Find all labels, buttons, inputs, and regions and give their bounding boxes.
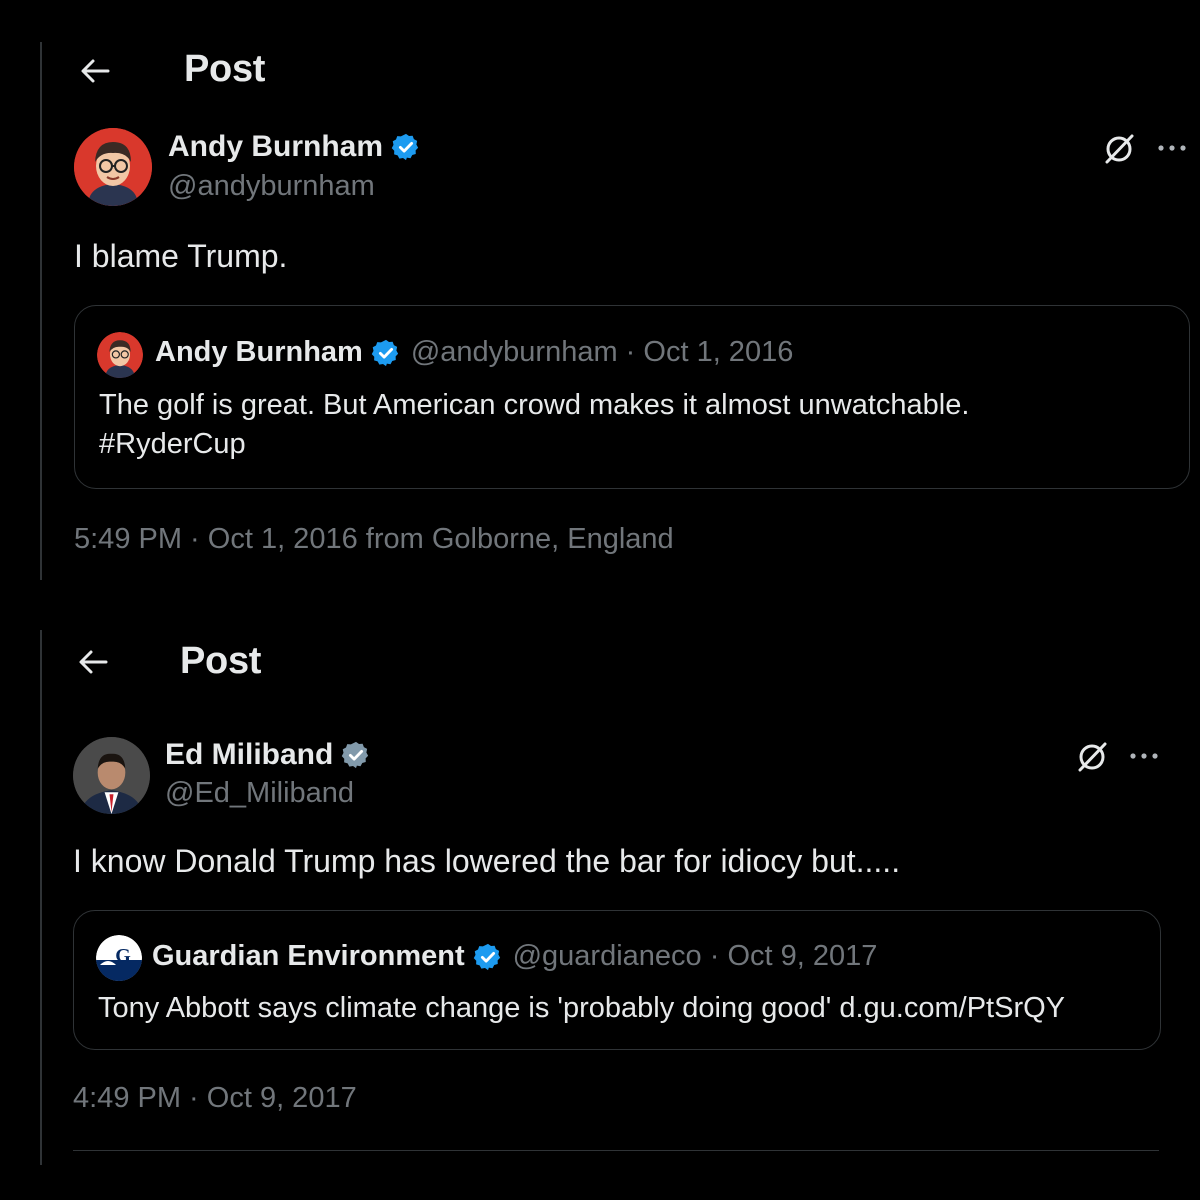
grok-icon[interactable]	[1075, 740, 1109, 774]
quoted-text-line: The golf is great. But American crowd ma…	[99, 389, 970, 421]
quoted-text: The golf is great. But American crowd ma…	[99, 386, 969, 464]
quoted-header: Guardian Environment @guardianeco · Oct …	[152, 940, 877, 973]
page-title: Post	[184, 48, 266, 90]
more-options-icon[interactable]	[1128, 748, 1160, 764]
author-name[interactable]: Andy Burnham	[168, 130, 421, 164]
quoted-header: Andy Burnham @andyburnham · Oct 1, 2016	[155, 336, 793, 369]
post-timestamp[interactable]: 5:49 PM · Oct 1, 2016 from Golborne, Eng…	[74, 523, 674, 556]
timeline-border	[40, 630, 42, 1165]
author-name-label: Ed Miliband	[165, 738, 334, 771]
author-name[interactable]: Ed Miliband	[165, 738, 371, 772]
quoted-text: Tony Abbott says climate change is 'prob…	[98, 992, 1066, 1024]
quoted-author-name: Andy Burnham	[155, 336, 363, 368]
author-name-label: Andy Burnham	[168, 130, 384, 163]
avatar[interactable]	[74, 128, 152, 206]
post-text: I know Donald Trump has lowered the bar …	[73, 843, 901, 879]
timeline-border	[40, 42, 42, 580]
back-arrow-icon[interactable]	[76, 645, 110, 679]
quoted-meta: @guardianeco · Oct 9, 2017	[512, 940, 878, 972]
quoted-post[interactable]: Andy Burnham @andyburnham · Oct 1, 2016 …	[74, 305, 1190, 489]
verified-badge-icon	[342, 741, 369, 769]
author-handle[interactable]: @Ed_Miliband	[165, 777, 354, 810]
post-timestamp[interactable]: 4:49 PM · Oct 9, 2017	[73, 1082, 357, 1115]
quoted-avatar	[97, 332, 143, 378]
quoted-text-hashtag[interactable]: #RyderCup	[99, 425, 969, 464]
author-handle[interactable]: @andyburnham	[168, 170, 375, 203]
back-arrow-icon[interactable]	[78, 54, 112, 88]
verified-badge-icon	[391, 133, 419, 161]
verified-badge-icon	[473, 943, 500, 970]
quoted-author-name: Guardian Environment	[152, 940, 465, 972]
grok-icon[interactable]	[1102, 132, 1136, 166]
verified-badge-icon	[371, 339, 398, 366]
quoted-post[interactable]: G Guardian Environment @guardianeco · Oc…	[73, 910, 1161, 1050]
divider	[73, 1150, 1159, 1151]
avatar[interactable]	[73, 737, 150, 814]
post-text: I blame Trump.	[74, 238, 288, 274]
page-title: Post	[180, 640, 262, 682]
svg-text:G: G	[115, 945, 131, 967]
quoted-avatar: G	[96, 935, 142, 981]
more-options-icon[interactable]	[1156, 140, 1188, 156]
quoted-meta: @andyburnham · Oct 1, 2016	[410, 336, 794, 368]
